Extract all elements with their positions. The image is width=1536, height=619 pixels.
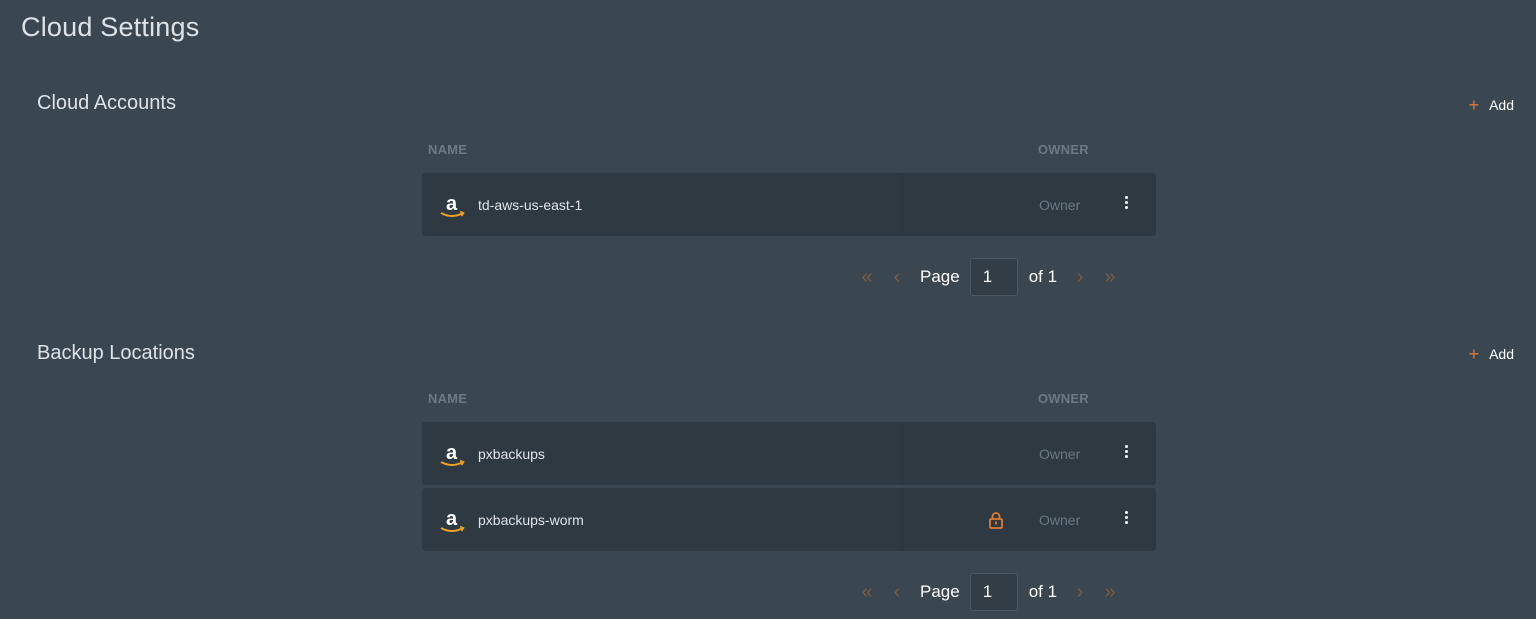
row-owner: Owner <box>1039 445 1081 462</box>
first-page-button[interactable]: « <box>858 581 876 604</box>
amazon-icon: a <box>440 508 465 532</box>
page-input[interactable] <box>969 258 1018 296</box>
last-page-button[interactable]: » <box>1101 581 1119 604</box>
page-count: of 1 <box>1028 582 1058 601</box>
backup-locations-title: Backup Locations <box>37 342 195 364</box>
page-count: of 1 <box>1028 267 1058 286</box>
svg-text:a: a <box>446 193 458 215</box>
add-backup-location-button[interactable]: + Add <box>1469 345 1514 363</box>
column-divider <box>902 422 903 485</box>
cloud-accounts-title: Cloud Accounts <box>37 92 176 114</box>
page-label: Page <box>920 267 960 286</box>
column-header-owner[interactable]: OWNER <box>1038 391 1089 406</box>
table-row[interactable]: a pxbackups-worm Owner <box>422 488 1156 551</box>
column-header-name[interactable]: NAME <box>428 142 467 157</box>
amazon-icon: a <box>440 193 465 217</box>
row-owner: Owner <box>1039 196 1081 213</box>
lock-icon <box>989 511 1003 529</box>
plus-icon: + <box>1468 95 1480 115</box>
backup-locations-pagination: « ‹ Page of 1 › » <box>858 572 1119 612</box>
cloud-accounts-pagination: « ‹ Page of 1 › » <box>858 257 1119 297</box>
kebab-menu-icon[interactable] <box>1122 509 1130 531</box>
column-header-name[interactable]: NAME <box>428 391 467 406</box>
table-row[interactable]: a pxbackups Owner <box>422 422 1156 485</box>
column-header-owner[interactable]: OWNER <box>1038 142 1089 157</box>
next-page-button[interactable]: › <box>1071 266 1089 289</box>
prev-page-button[interactable]: ‹ <box>888 266 906 289</box>
row-name[interactable]: pxbackups <box>478 446 545 462</box>
row-name[interactable]: pxbackups-worm <box>478 512 584 528</box>
prev-page-button[interactable]: ‹ <box>888 581 906 604</box>
svg-text:a: a <box>446 442 458 464</box>
page-label: Page <box>920 582 960 601</box>
page-input[interactable] <box>969 573 1018 611</box>
column-divider <box>902 488 903 551</box>
row-name[interactable]: td-aws-us-east-1 <box>478 197 582 213</box>
page-title: Cloud Settings <box>21 12 200 42</box>
row-owner: Owner <box>1039 511 1081 528</box>
amazon-icon: a <box>440 442 465 466</box>
column-divider <box>902 173 903 236</box>
add-label: Add <box>1489 97 1514 113</box>
svg-text:a: a <box>446 508 458 530</box>
first-page-button[interactable]: « <box>858 266 876 289</box>
add-label: Add <box>1489 346 1514 362</box>
next-page-button[interactable]: › <box>1071 581 1089 604</box>
plus-icon: + <box>1468 344 1480 364</box>
kebab-menu-icon[interactable] <box>1122 443 1130 465</box>
kebab-menu-icon[interactable] <box>1122 194 1130 216</box>
add-cloud-account-button[interactable]: + Add <box>1469 96 1514 114</box>
table-row[interactable]: a td-aws-us-east-1 Owner <box>422 173 1156 236</box>
last-page-button[interactable]: » <box>1101 266 1119 289</box>
